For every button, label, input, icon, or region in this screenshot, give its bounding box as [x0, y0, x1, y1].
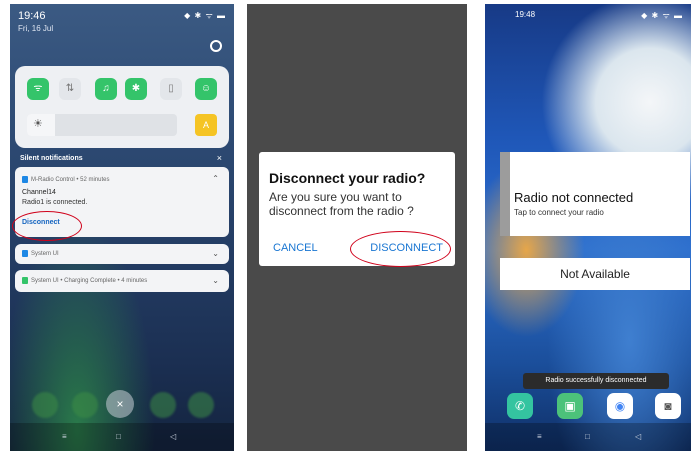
cancel-button[interactable]: CANCEL [273, 242, 318, 254]
status-bar: 19:46 ◆ ✱ ᯤ ▬ [18, 10, 226, 22]
mradio-app-icon [22, 176, 28, 183]
dialog-title: Disconnect your radio? [269, 170, 426, 186]
chevron-down-icon[interactable]: ⌄ [212, 276, 219, 285]
menu-nav-icon[interactable]: ≡ [62, 432, 67, 441]
brightness-slider[interactable]: ☀ [27, 114, 177, 136]
radio-widget[interactable]: Radio not connected Tap to connect your … [500, 152, 690, 236]
blurred-app-icon [72, 392, 98, 418]
widget-subtitle: Tap to connect your radio [514, 208, 604, 217]
flashlight-icon[interactable]: ▯ [160, 78, 182, 100]
widget-title: Radio not connected [514, 190, 634, 205]
notification-body: Radio1 is connected. [22, 199, 88, 206]
chevron-up-icon[interactable]: ⌃ [212, 174, 219, 183]
toast-message: Radio successfully disconnected [523, 373, 669, 389]
chrome-app-icon[interactable]: ◉ [607, 393, 633, 419]
auto-brightness-button[interactable]: A [195, 114, 217, 136]
status-bar: 19:48 ◆ ✱ ᯤ ▬ [493, 10, 683, 22]
date-label: Fri, 16 Jul [18, 24, 54, 33]
status-icons: ◆ ✱ ᯤ ▬ [184, 11, 226, 20]
files-app-icon[interactable]: ▣ [557, 393, 583, 419]
dialog-message: Are you sure you want to disconnect from… [269, 190, 414, 218]
status-time: 19:48 [515, 10, 536, 19]
settings-gear-icon[interactable] [210, 40, 222, 52]
home-nav-icon[interactable]: □ [585, 432, 590, 441]
sun-icon: ☀ [33, 118, 43, 130]
blurred-app-icon [188, 392, 214, 418]
notification-header: System UI [22, 250, 59, 257]
back-nav-icon[interactable]: ◁ [635, 432, 641, 441]
screen-notification-shade: 19:46 ◆ ✱ ᯤ ▬ Fri, 16 Jul ᯤ ⇅ ♫ ✱ ▯ ☺ ☀ … [10, 4, 234, 451]
widget-accent-bar [500, 152, 510, 236]
quick-settings-panel: ᯤ ⇅ ♫ ✱ ▯ ☺ ☀ A [15, 66, 229, 148]
dismiss-all-close-icon[interactable]: × [106, 390, 134, 418]
notification-header: M-Radio Control • 52 minutes [22, 176, 109, 183]
status-time: 19:46 [18, 10, 46, 22]
not-available-widget[interactable]: Not Available [500, 258, 690, 290]
clear-notifications-close-icon[interactable]: × [217, 153, 222, 163]
chevron-down-icon[interactable]: ⌄ [212, 249, 219, 258]
home-nav-icon[interactable]: □ [116, 432, 121, 441]
phone-app-icon[interactable]: ✆ [507, 393, 533, 419]
system-ui-app-icon [22, 250, 28, 257]
screen-disconnect-dialog: Disconnect your radio? Are you sure you … [247, 4, 467, 451]
data-icon[interactable]: ⇅ [59, 78, 81, 100]
screen-home-widget: 19:48 ◆ ✱ ᯤ ▬ Radio not connected Tap to… [485, 4, 691, 451]
blurred-app-icon [150, 392, 176, 418]
camera-app-icon[interactable]: ◙ [655, 393, 681, 419]
nav-bar: ≡ □ ◁ [10, 423, 234, 451]
highlight-circle [350, 231, 451, 267]
notification-title: Channel14 [22, 189, 56, 196]
back-nav-icon[interactable]: ◁ [170, 432, 176, 441]
user-icon[interactable]: ☺ [195, 78, 217, 100]
nav-bar: ≡ □ ◁ [485, 423, 691, 451]
notification-header: System UI • Charging Complete • 4 minute… [22, 277, 147, 284]
status-icons: ◆ ✱ ᯤ ▬ [641, 11, 683, 20]
notification-card-system-ui[interactable]: System UI ⌄ [15, 244, 229, 264]
silent-notifications-label: Silent notifications [20, 155, 83, 162]
system-ui-app-icon [22, 277, 28, 284]
notification-card-charging[interactable]: System UI • Charging Complete • 4 minute… [15, 270, 229, 292]
headset-icon[interactable]: ♫ [95, 78, 117, 100]
wifi-icon[interactable]: ᯤ [27, 78, 49, 100]
highlight-circle [12, 211, 82, 241]
menu-nav-icon[interactable]: ≡ [537, 432, 542, 441]
blurred-app-icon [32, 392, 58, 418]
bluetooth-icon[interactable]: ✱ [125, 78, 147, 100]
